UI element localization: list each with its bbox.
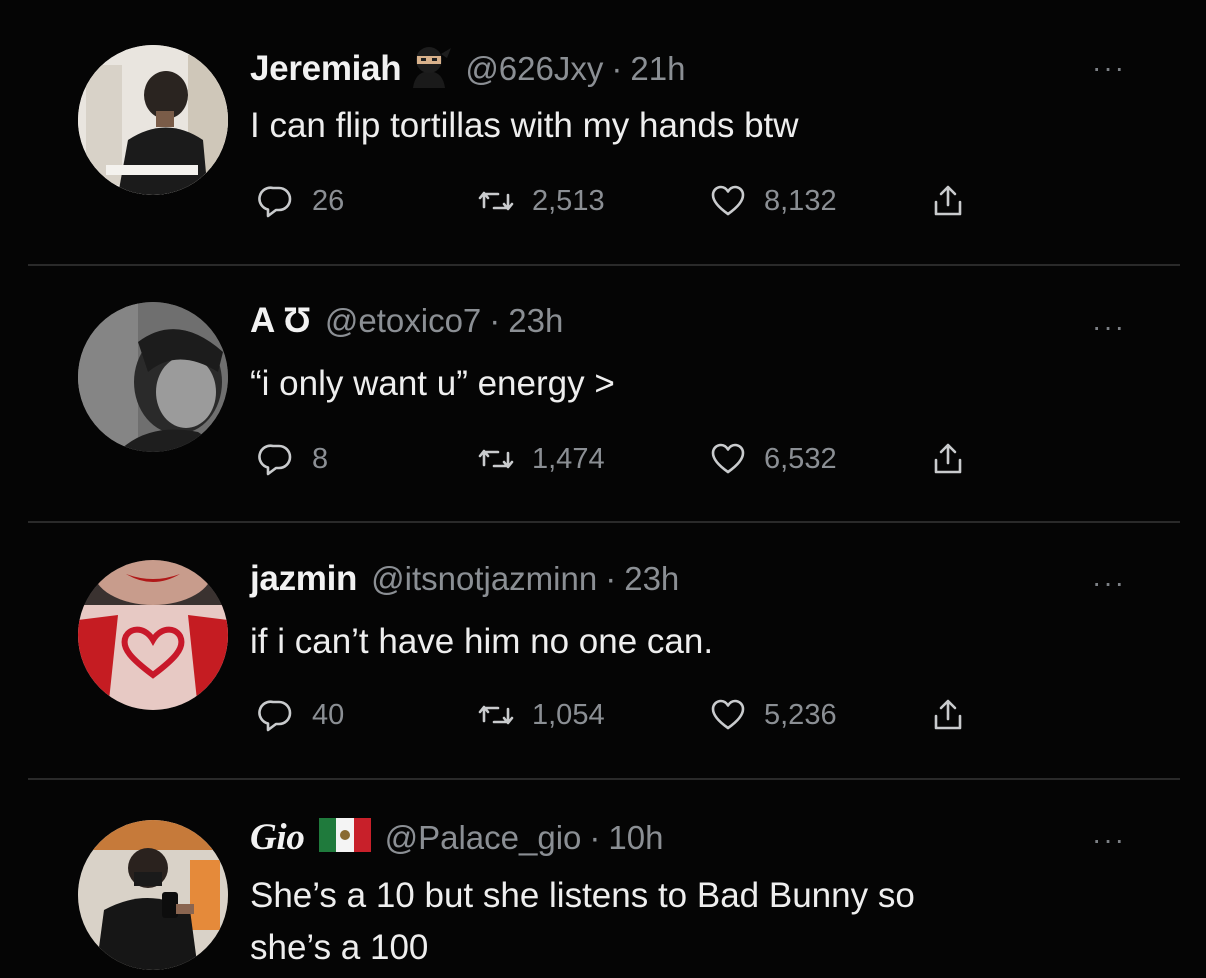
mexico-flag-emoji xyxy=(318,818,371,857)
tweet-text: She’s a 10 but she listens to Bad Bunny … xyxy=(250,870,1130,974)
tweet[interactable]: jazmin @itsnotjazminn · 23h ··· if i can… xyxy=(0,523,1206,780)
share-icon xyxy=(930,441,966,477)
ninja-emoji xyxy=(407,44,452,93)
more-options-icon[interactable]: ··· xyxy=(1092,54,1126,82)
retweet-button[interactable]: 1,474 xyxy=(478,441,605,477)
tweet[interactable]: A Ʊ @etoxico7 · 23h ··· “i only want u” … xyxy=(0,265,1206,523)
share-icon xyxy=(930,697,966,733)
share-button[interactable] xyxy=(930,183,966,219)
like-icon xyxy=(710,441,746,477)
share-icon xyxy=(930,183,966,219)
timestamp[interactable]: 21h xyxy=(630,50,685,88)
display-name[interactable]: Jeremiah xyxy=(250,49,402,89)
tweet-text-line: she’s a 100 xyxy=(250,928,429,967)
share-button[interactable] xyxy=(930,441,966,477)
timestamp[interactable]: 23h xyxy=(624,560,679,598)
like-count: 8,132 xyxy=(764,184,837,217)
reply-count: 26 xyxy=(312,184,345,217)
retweet-icon xyxy=(478,441,514,477)
more-options-icon[interactable]: ··· xyxy=(1092,569,1126,597)
tweet[interactable]: Jeremiah @626Jxy · 21h ··· I can flip to… xyxy=(0,0,1206,266)
like-button[interactable]: 5,236 xyxy=(710,697,837,733)
like-icon xyxy=(710,697,746,733)
like-icon xyxy=(710,183,746,219)
avatar[interactable] xyxy=(78,560,228,710)
user-handle[interactable]: @626Jxy xyxy=(465,50,603,88)
tweet-feed: Jeremiah @626Jxy · 21h ··· I can flip to… xyxy=(0,0,1206,978)
display-name[interactable]: jazmin xyxy=(250,559,357,599)
avatar[interactable] xyxy=(78,820,228,970)
reply-count: 40 xyxy=(312,698,345,731)
tweet-text: if i can’t have him no one can. xyxy=(250,622,714,661)
retweet-button[interactable]: 2,513 xyxy=(478,183,605,219)
retweet-count: 1,474 xyxy=(532,442,605,475)
reply-icon xyxy=(258,441,294,477)
timestamp[interactable]: 23h xyxy=(508,302,563,340)
display-name[interactable]: A Ʊ xyxy=(250,301,311,341)
display-name[interactable]: Gio xyxy=(250,816,305,859)
like-button[interactable]: 8,132 xyxy=(710,183,837,219)
share-button[interactable] xyxy=(930,697,966,733)
reply-button[interactable]: 40 xyxy=(258,697,344,733)
separator-dot: · xyxy=(605,560,617,597)
more-options-icon[interactable]: ··· xyxy=(1092,313,1126,341)
reply-button[interactable]: 26 xyxy=(258,183,344,219)
like-count: 6,532 xyxy=(764,442,837,475)
retweet-button[interactable]: 1,054 xyxy=(478,697,605,733)
avatar[interactable] xyxy=(78,302,228,452)
user-handle[interactable]: @Palace_gio xyxy=(385,819,582,857)
timestamp[interactable]: 10h xyxy=(608,819,663,857)
separator-dot: · xyxy=(611,49,623,87)
more-options-icon[interactable]: ··· xyxy=(1092,826,1126,854)
like-count: 5,236 xyxy=(764,698,837,731)
tweet-text: “i only want u” energy > xyxy=(250,364,615,403)
tweet[interactable]: Gio @Palace_gio · 10h ··· She’s a 10 but… xyxy=(0,780,1206,978)
reply-count: 8 xyxy=(312,442,329,475)
tweet-text-line: She’s a 10 but she listens to Bad Bunny … xyxy=(250,876,915,915)
user-handle[interactable]: @itsnotjazminn xyxy=(371,560,597,598)
retweet-icon xyxy=(478,183,514,219)
reply-icon xyxy=(258,697,294,733)
separator-dot: · xyxy=(589,818,601,856)
reply-icon xyxy=(258,183,294,219)
separator-dot: · xyxy=(489,302,501,339)
reply-button[interactable]: 8 xyxy=(258,441,328,477)
retweet-icon xyxy=(478,697,514,733)
user-handle[interactable]: @etoxico7 xyxy=(325,302,481,340)
like-button[interactable]: 6,532 xyxy=(710,441,837,477)
tweet-text: I can flip tortillas with my hands btw xyxy=(250,106,799,145)
avatar[interactable] xyxy=(78,45,228,195)
retweet-count: 1,054 xyxy=(532,698,605,731)
retweet-count: 2,513 xyxy=(532,184,605,217)
